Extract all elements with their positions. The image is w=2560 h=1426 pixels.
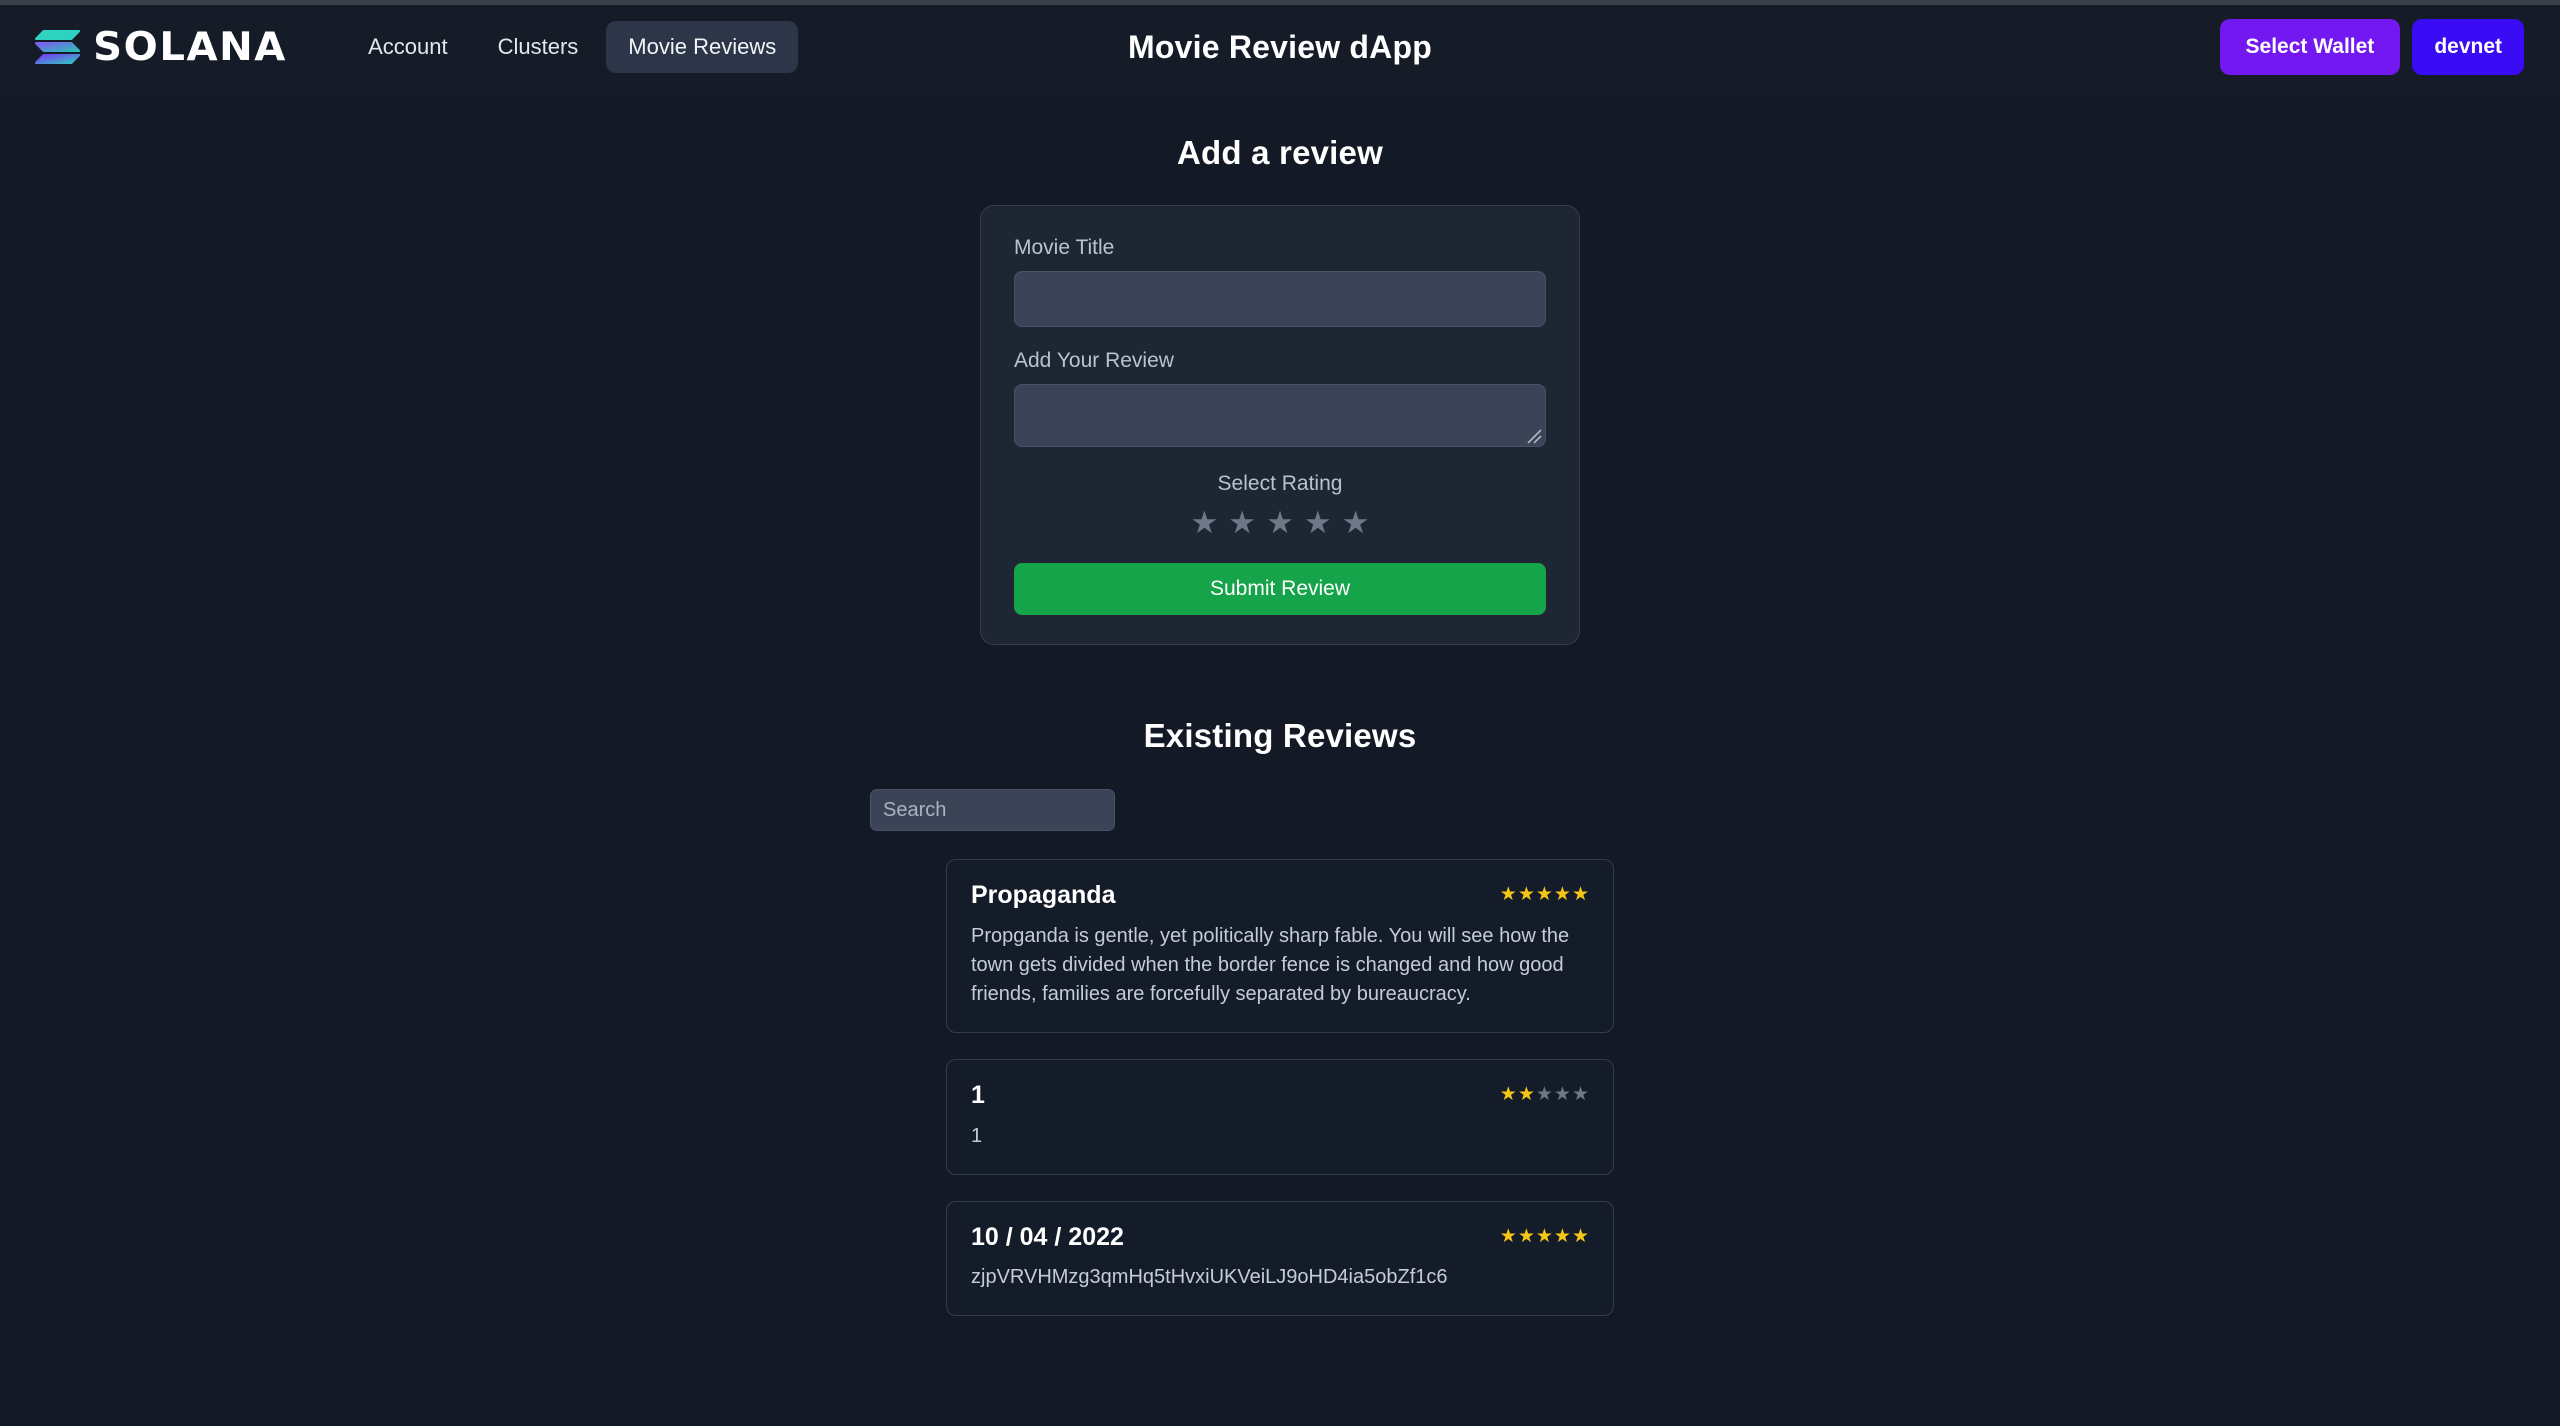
navbar-actions: Select Wallet devnet: [2219, 19, 2524, 75]
review-title: Propaganda: [971, 881, 1116, 909]
star-icon[interactable]: ★: [1304, 508, 1332, 539]
star-icon: ★: [1553, 883, 1571, 905]
select-rating-label: Select Rating: [1217, 472, 1343, 495]
review-title: 1: [971, 1080, 985, 1109]
search-row: [870, 789, 1690, 831]
add-review-form: Movie Title Add Your Review Select Ratin…: [980, 205, 1580, 645]
star-icon: ★: [1535, 883, 1553, 905]
nav-link-movie-reviews[interactable]: Movie Reviews: [606, 21, 799, 73]
review-body: 1: [971, 1124, 983, 1147]
nav-link-account[interactable]: Account: [346, 21, 470, 73]
window-top-edge: [0, 0, 2560, 5]
existing-reviews-section: Propaganda★★★★★Propganda is gentle, yet …: [870, 789, 1690, 1317]
star-icon: ★: [1571, 883, 1589, 905]
nav-link-clusters[interactable]: Clusters: [476, 21, 601, 73]
review-rating: ★ ★ ★ ★ ★: [1500, 1223, 1589, 1246]
star-icon: ★: [1499, 1224, 1517, 1247]
star-icon: ★: [1535, 1082, 1553, 1105]
main-content: Add a review Movie Title Add Your Review…: [0, 94, 2560, 1317]
select-wallet-button[interactable]: Select Wallet: [2219, 19, 2401, 75]
star-icon: ★: [1553, 1082, 1571, 1105]
review-card-header: 10 / 04 / 2022 ★ ★ ★ ★ ★: [971, 1223, 1589, 1252]
star-icon: ★: [1499, 883, 1517, 905]
star-icon[interactable]: ★: [1342, 508, 1370, 539]
star-icon: ★: [1553, 1224, 1571, 1247]
brand[interactable]: SOLANA: [34, 24, 287, 70]
review-card-header: Propaganda ★ ★ ★ ★ ★: [971, 881, 1589, 910]
star-icon[interactable]: ★: [1228, 508, 1256, 539]
submit-review-button[interactable]: Submit Review: [1014, 563, 1546, 615]
review-body-input[interactable]: [1014, 384, 1546, 447]
review-body: Propganda is gentle, yet politically sha…: [971, 924, 1570, 1005]
search-input[interactable]: [870, 789, 1115, 831]
review-card: 10 / 04 / 2022 ★ ★ ★ ★ ★ zjpVRVHMzg3qmHq5tHvxi…: [946, 1200, 1614, 1317]
solana-logo-icon: [34, 29, 80, 65]
review-body-label: Add Your Review: [1014, 349, 1174, 372]
movie-title-input[interactable]: [1014, 271, 1546, 327]
star-icon: ★: [1571, 1082, 1589, 1105]
review-card: Propaganda ★ ★ ★ ★ ★ Propganda is gentle, yet …: [946, 859, 1614, 1033]
review-rating: ★ ★ ★ ★ ★: [1500, 881, 1589, 904]
add-review-heading: Add a review: [1177, 134, 1383, 171]
star-icon: ★: [1517, 883, 1535, 905]
movie-title-label: Movie Title: [1014, 236, 1115, 259]
star-icon: ★: [1499, 1082, 1517, 1105]
existing-reviews-heading: Existing Reviews: [1143, 717, 1417, 754]
star-icon: ★: [1517, 1082, 1535, 1105]
review-body: zjpVRVHMzg3qmHq5tHvxiUKVeiLJ9oHD4ia5obZf…: [971, 1266, 1448, 1289]
cluster-selector-button[interactable]: devnet: [2412, 19, 2524, 75]
rating-star-picker[interactable]: ★ ★ ★ ★ ★: [1014, 508, 1546, 539]
review-list: Propaganda ★ ★ ★ ★ ★ Propganda is gentle, yet …: [946, 859, 1614, 1317]
review-card-header: 1 ★ ★ ★ ★ ★: [971, 1081, 1589, 1110]
nav-links: Account Clusters Movie Reviews: [346, 21, 799, 73]
star-icon: ★: [1535, 1224, 1553, 1247]
star-icon[interactable]: ★: [1266, 508, 1294, 539]
star-icon: ★: [1517, 1224, 1535, 1247]
brand-label: SOLANA: [93, 24, 287, 70]
star-icon: ★: [1571, 1224, 1589, 1247]
star-icon[interactable]: ★: [1191, 508, 1219, 539]
review-body-wrap: [1014, 384, 1546, 447]
navbar: SOLANA Account Clusters Movie Reviews Mo…: [0, 0, 2560, 94]
review-title: 10 / 04 / 2022: [971, 1222, 1124, 1251]
review-rating: ★ ★ ★ ★ ★: [1500, 1081, 1589, 1104]
review-card: 1 ★ ★ ★ ★ ★ 1: [946, 1058, 1614, 1175]
